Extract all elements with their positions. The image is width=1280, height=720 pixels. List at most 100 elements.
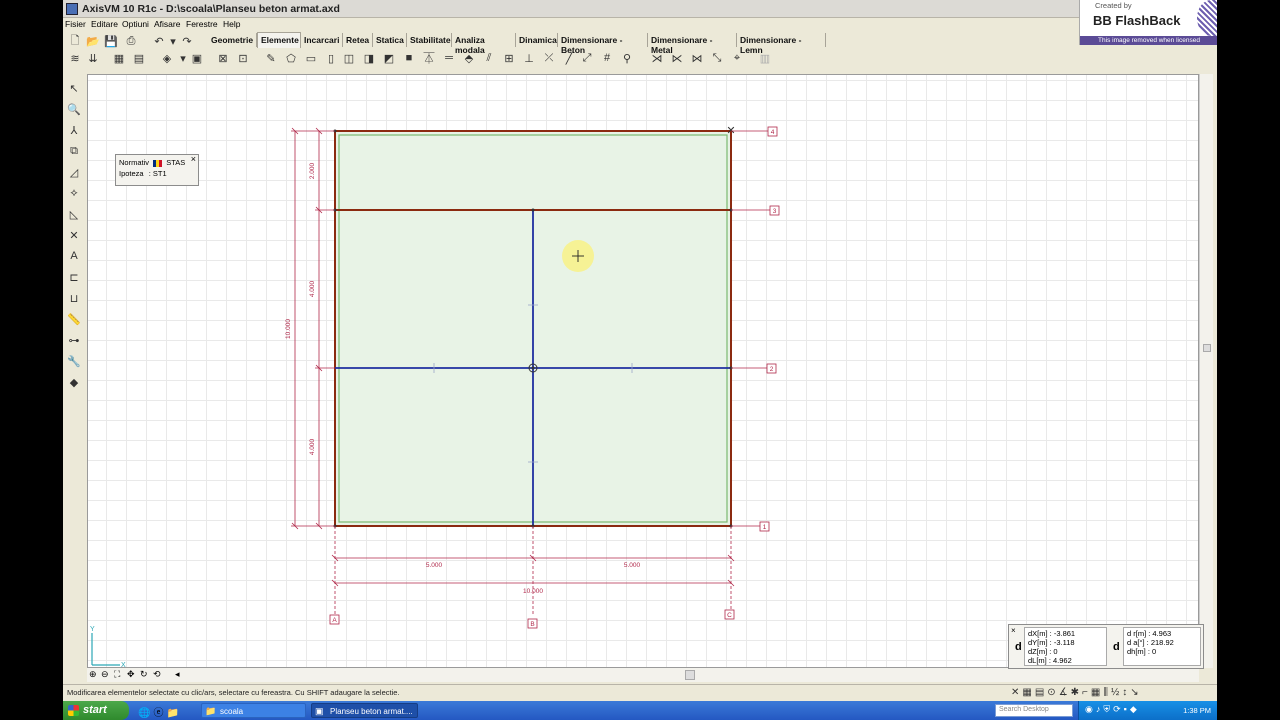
slab-icon[interactable]: ⬠ bbox=[283, 50, 299, 66]
zoom-fit-icon[interactable]: ⛶ bbox=[114, 669, 120, 680]
zoom-in-icon[interactable]: ⊕ bbox=[89, 669, 97, 680]
info-panel[interactable]: Normativ STAS Ipoteza : ST1 × bbox=[115, 154, 199, 186]
menu-help[interactable]: Help bbox=[223, 19, 240, 29]
grid-table-icon[interactable]: ▤ bbox=[131, 50, 147, 66]
snap-grid-icon[interactable]: ▦ bbox=[1022, 687, 1034, 698]
zoom-out-icon[interactable]: ⊖ bbox=[101, 669, 109, 680]
menu-ferestre[interactable]: Ferestre bbox=[186, 19, 218, 29]
display-options-icon[interactable]: ⊏ bbox=[66, 269, 82, 285]
tab-retea[interactable]: Retea bbox=[343, 33, 373, 47]
table-icon[interactable]: ▦ bbox=[111, 50, 127, 66]
info-panel-close-icon[interactable]: × bbox=[191, 154, 196, 164]
view-axes-icon[interactable]: ⅄ bbox=[66, 122, 82, 138]
snap-node-icon[interactable]: ⊙ bbox=[1047, 687, 1058, 698]
snap-bars-icon[interactable]: ⫼ bbox=[1103, 687, 1111, 698]
shape-icon[interactable]: ⊠ bbox=[215, 50, 231, 66]
col-label-c[interactable]: C bbox=[727, 612, 732, 619]
menu-afisare[interactable]: Afisare bbox=[154, 19, 180, 29]
wrench-icon[interactable]: 🔧 bbox=[66, 353, 82, 369]
snap-icon[interactable]: ✕ bbox=[66, 227, 82, 243]
tab-statica[interactable]: Statica bbox=[373, 33, 407, 47]
open-folder-icon[interactable]: 📂 bbox=[85, 33, 101, 49]
select-arrow-icon[interactable]: ↖ bbox=[66, 80, 82, 96]
tab-dinamica[interactable]: Dinamica bbox=[516, 33, 558, 47]
snap-fraction-icon[interactable]: ½ bbox=[1111, 687, 1122, 698]
tray-security-icon[interactable]: ⛨ bbox=[1103, 704, 1113, 714]
tab-dimensionare-beton[interactable]: Dimensionare - Beton bbox=[558, 33, 648, 55]
spring-icon[interactable]: ⊥ bbox=[521, 50, 537, 66]
ie-icon[interactable]: ⓔ bbox=[153, 708, 166, 719]
menu-editare[interactable]: Editare bbox=[91, 19, 118, 29]
print-preview-icon[interactable]: ▣ bbox=[189, 50, 205, 66]
support-icon[interactable]: ⏄ bbox=[421, 50, 437, 66]
snap-angle-icon[interactable]: ∡ bbox=[1059, 687, 1071, 698]
row-label-2[interactable]: 2 bbox=[770, 366, 774, 373]
scroll-left-icon[interactable]: ◂ bbox=[175, 669, 180, 680]
ref-axis-icon[interactable]: ⤡ bbox=[709, 50, 725, 66]
folder-quick-icon[interactable]: 📁 bbox=[166, 708, 181, 719]
vertical-scroll-thumb[interactable] bbox=[1203, 344, 1211, 352]
row-label-4[interactable]: 4 bbox=[771, 129, 775, 136]
row-label-1[interactable]: 1 bbox=[763, 524, 767, 531]
link-icon[interactable]: ╱ bbox=[561, 50, 577, 66]
search-desktop-input[interactable]: Search Desktop bbox=[995, 704, 1073, 717]
pan-icon[interactable]: ✥ bbox=[127, 669, 135, 680]
task-scoala[interactable]: 📁 scoala bbox=[201, 703, 306, 718]
tab-dimensionare-lemn[interactable]: Dimensionare - Lemn bbox=[737, 33, 826, 55]
tab-geometrie[interactable]: Geometrie bbox=[208, 33, 257, 47]
tray-update-icon[interactable]: ⟳ bbox=[1113, 704, 1124, 714]
rotate-icon[interactable]: ↻ bbox=[140, 669, 148, 680]
col-label-a[interactable]: A bbox=[332, 617, 337, 624]
view-3d-icon[interactable]: ⧉ bbox=[66, 143, 82, 159]
perspective-icon[interactable]: ◿ bbox=[66, 164, 82, 180]
tab-dimensionare-metal[interactable]: Dimensionare - Metal bbox=[648, 33, 737, 55]
tab-elemente[interactable]: Elemente bbox=[257, 32, 301, 48]
binoculars-icon[interactable]: ⊶ bbox=[66, 332, 82, 348]
membrane-icon[interactable]: ◫ bbox=[341, 50, 357, 66]
rigid-icon[interactable]: ⤢ bbox=[579, 50, 595, 66]
layer-stack-icon[interactable]: ◈ bbox=[159, 50, 175, 66]
local-axes-icon[interactable]: ⋊ bbox=[649, 50, 665, 66]
redo-icon[interactable]: ↷ bbox=[179, 33, 195, 49]
ruler-icon[interactable]: 📏 bbox=[66, 311, 82, 327]
truss-icon[interactable]: ⊞ bbox=[501, 50, 517, 66]
snap-point-icon[interactable]: ✱ bbox=[1071, 687, 1082, 698]
vertical-scrollbar[interactable] bbox=[1199, 74, 1213, 668]
task-axisvm[interactable]: ▣ Planseu beton armat.... bbox=[311, 703, 418, 718]
snap-list-icon[interactable]: ▤ bbox=[1035, 687, 1047, 698]
plate-icon[interactable]: ◨ bbox=[361, 50, 377, 66]
pencil-icon[interactable]: ✎ bbox=[263, 50, 279, 66]
solid-icon[interactable]: ■ bbox=[401, 50, 417, 66]
snap-cross-icon[interactable]: ✕ bbox=[1011, 687, 1022, 698]
snap-edge-icon[interactable]: ⌐ bbox=[1082, 687, 1091, 698]
menu-optiuni[interactable]: Optiuni bbox=[122, 19, 149, 29]
ref-vector-icon[interactable]: ⋈ bbox=[689, 50, 705, 66]
tray-shield-icon[interactable]: ◆ bbox=[1130, 704, 1140, 714]
section-icon[interactable]: ⊡ bbox=[235, 50, 251, 66]
browser-icon[interactable]: 🌐 bbox=[138, 708, 153, 719]
status-snap-tools[interactable]: ✕▦▤⊙∡✱⌐▦⫼½↕↘ bbox=[1011, 687, 1142, 698]
snap-table-icon[interactable]: ▦ bbox=[1091, 687, 1103, 698]
shell-icon[interactable]: ◩ bbox=[381, 50, 397, 66]
text-label-icon[interactable]: A bbox=[66, 248, 82, 264]
save-icon[interactable]: 💾 bbox=[103, 33, 119, 49]
wall-icon[interactable]: ▭ bbox=[303, 50, 319, 66]
tab-incarcari[interactable]: Incarcari bbox=[301, 33, 343, 47]
horizontal-scrollbar[interactable]: ⊕ ⊖ ⛶ ✥ ↻ ⟲ ◂ bbox=[87, 668, 1199, 682]
coordinates-panel[interactable]: × d dX[m] : -3.861 dY[m] : -3.118 dZ[m] … bbox=[1008, 624, 1204, 669]
reference-icon[interactable]: ⚲ bbox=[619, 50, 635, 66]
zoom-icon[interactable]: 🔍 bbox=[66, 101, 82, 117]
surface-support-icon[interactable]: ⬘ bbox=[461, 50, 477, 66]
row-label-3[interactable]: 3 bbox=[773, 208, 777, 215]
view-prev-icon[interactable]: ⟲ bbox=[153, 669, 161, 680]
info-icon[interactable]: ◆ bbox=[66, 374, 82, 390]
structural-drawing[interactable]: ✕ 2.000 4.000 4.000 10.000 5.000 5.000 1… bbox=[88, 75, 1199, 668]
clock[interactable]: 1:38 PM bbox=[1183, 706, 1211, 715]
horizontal-scroll-thumb[interactable] bbox=[685, 670, 695, 680]
tab-analiza-modala[interactable]: Analiza modala bbox=[452, 33, 516, 55]
ref-point-icon[interactable]: ⋉ bbox=[669, 50, 685, 66]
measure-icon[interactable]: ◺ bbox=[66, 206, 82, 222]
column-icon[interactable]: ▯ bbox=[323, 50, 339, 66]
import-icon[interactable]: ⇊ bbox=[85, 50, 101, 66]
mesh-icon[interactable]: # bbox=[599, 50, 615, 66]
